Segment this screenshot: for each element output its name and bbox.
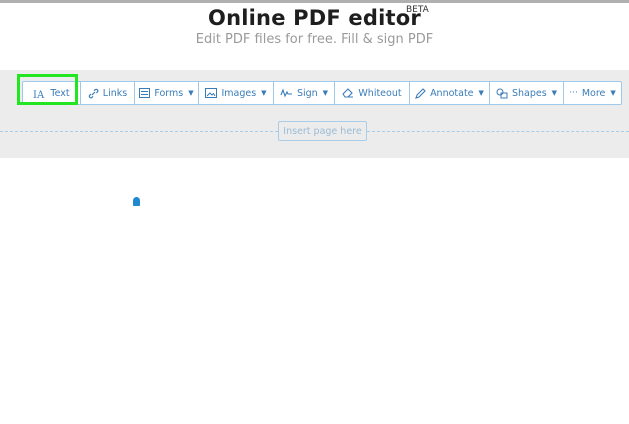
svg-text:IA: IA bbox=[33, 90, 45, 99]
more-tool-button[interactable]: ··· More ▼ bbox=[563, 82, 621, 104]
chevron-down-icon: ▼ bbox=[261, 89, 267, 97]
chevron-down-icon: ▼ bbox=[610, 89, 616, 97]
whiteout-tool-button[interactable]: Whiteout bbox=[334, 82, 409, 104]
text-cursor-marker bbox=[133, 197, 140, 206]
form-icon bbox=[139, 88, 151, 98]
forms-tool-button[interactable]: Forms ▼ bbox=[134, 82, 198, 104]
annotate-tool-button[interactable]: Annotate ▼ bbox=[409, 82, 489, 104]
links-tool-button[interactable]: Links bbox=[80, 82, 134, 104]
chevron-down-icon: ▼ bbox=[322, 89, 329, 97]
images-tool-label: Images bbox=[221, 87, 257, 99]
link-icon bbox=[88, 88, 99, 99]
whiteout-tool-label: Whiteout bbox=[358, 87, 402, 99]
signature-icon bbox=[280, 88, 293, 98]
ellipsis-icon: ··· bbox=[569, 88, 578, 98]
images-tool-button[interactable]: Images ▼ bbox=[198, 82, 273, 104]
more-tool-label: More bbox=[581, 87, 606, 99]
shapes-tool-button[interactable]: Shapes ▼ bbox=[489, 82, 563, 104]
editor-toolbar: IA Text Links Forms ▼ Images ▼ Sign ▼ Wh… bbox=[22, 81, 622, 105]
sign-tool-button[interactable]: Sign ▼ bbox=[273, 82, 334, 104]
sign-tool-label: Sign bbox=[296, 87, 318, 99]
chevron-down-icon: ▼ bbox=[188, 89, 194, 97]
text-icon: IA bbox=[33, 88, 46, 99]
shapes-icon bbox=[496, 88, 508, 99]
shapes-tool-label: Shapes bbox=[511, 87, 547, 99]
forms-tool-label: Forms bbox=[154, 87, 184, 99]
eraser-icon bbox=[342, 88, 354, 98]
pencil-icon bbox=[415, 87, 426, 99]
beta-badge: BETA bbox=[406, 5, 429, 15]
links-tool-label: Links bbox=[102, 87, 128, 99]
text-tool-label: Text bbox=[50, 87, 70, 99]
text-tool-button[interactable]: IA Text bbox=[23, 82, 80, 104]
insert-page-divider-left bbox=[0, 131, 278, 132]
header: Online PDF editor BETA Edit PDF files fo… bbox=[0, 3, 629, 70]
page-subtitle: Edit PDF files for free. Fill & sign PDF bbox=[195, 32, 434, 47]
chevron-down-icon: ▼ bbox=[478, 89, 484, 97]
image-icon bbox=[205, 88, 218, 98]
insert-page-button[interactable]: Insert page here bbox=[278, 121, 367, 141]
chevron-down-icon: ▼ bbox=[551, 89, 558, 97]
insert-page-divider-right bbox=[367, 131, 629, 132]
page-title: Online PDF editor bbox=[208, 6, 421, 30]
annotate-tool-label: Annotate bbox=[430, 87, 474, 99]
